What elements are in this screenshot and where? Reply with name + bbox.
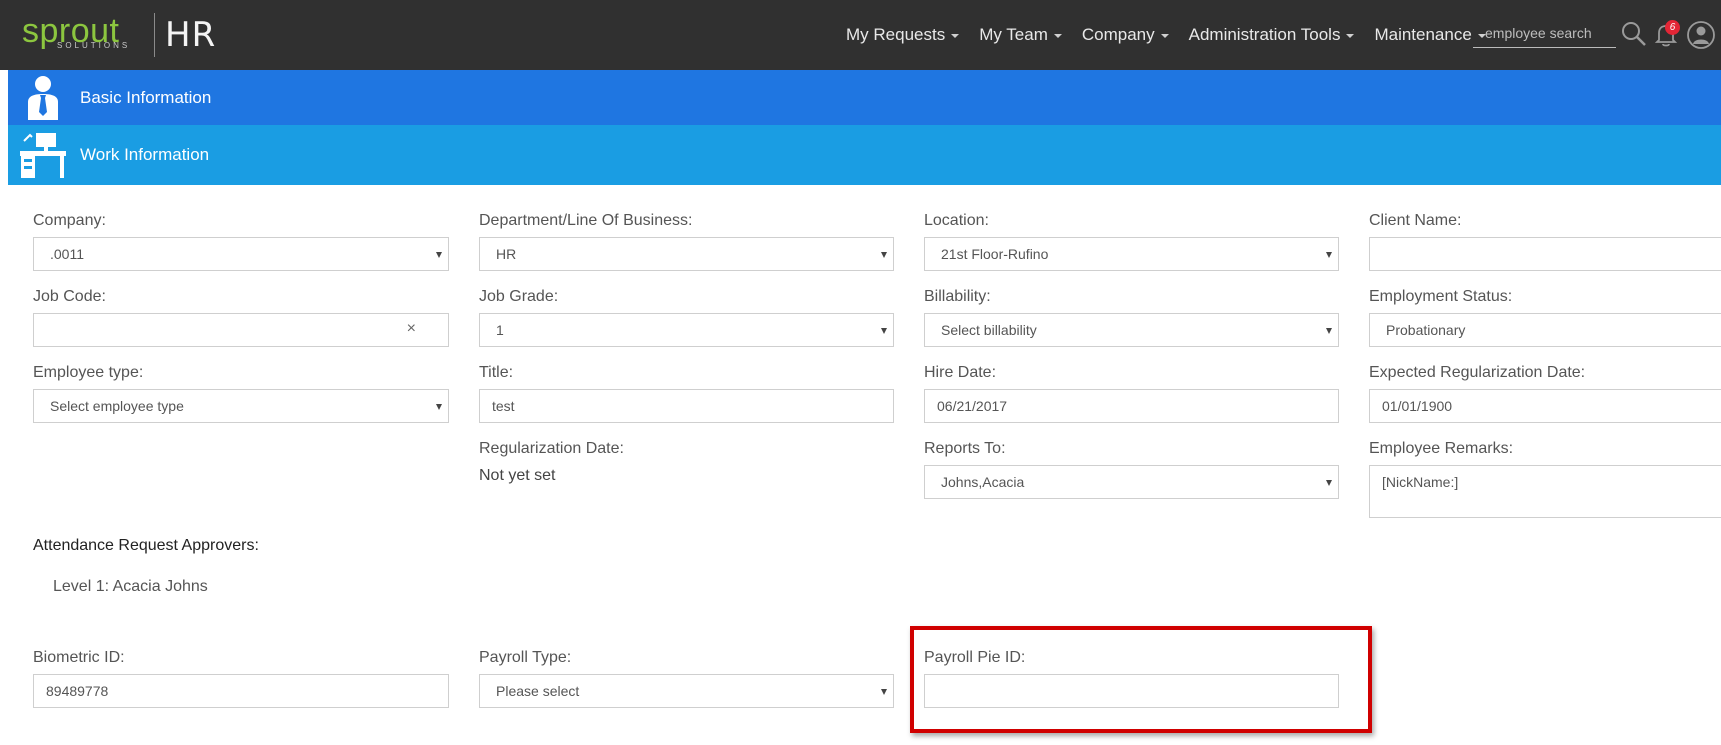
- employee-type-value: Select employee type: [50, 398, 184, 414]
- clear-icon[interactable]: ×: [407, 320, 416, 338]
- payroll-type-value: Please select: [496, 683, 580, 699]
- section-title: Basic Information: [80, 87, 212, 107]
- nav-label: Maintenance: [1374, 25, 1472, 44]
- nav-my-team[interactable]: My Team: [979, 25, 1062, 45]
- regularization-date-value: Not yet set: [479, 467, 556, 484]
- nav-label: My Requests: [846, 25, 946, 44]
- basic-information-header[interactable]: Basic Information: [8, 70, 1721, 125]
- top-navbar: sprout SOLUTIONS HR My Requests My Team …: [0, 0, 1721, 70]
- company-select[interactable]: .0011: [33, 237, 449, 271]
- chevron-down-icon: [1326, 480, 1332, 486]
- notification-count-badge: 6: [1665, 20, 1680, 35]
- section-title: Work Information: [80, 145, 210, 164]
- chevron-down-icon: [436, 252, 442, 258]
- title-value: test: [492, 398, 515, 414]
- title-label: Title:: [479, 364, 514, 381]
- work-information-header[interactable]: Work Information: [8, 125, 1721, 185]
- nav-company[interactable]: Company: [1082, 25, 1169, 45]
- reports-to-select[interactable]: Johns,Acacia: [924, 465, 1339, 499]
- employee-type-label: Employee type:: [33, 364, 144, 381]
- department-select[interactable]: HR: [479, 237, 894, 271]
- user-avatar-icon[interactable]: [1686, 20, 1716, 50]
- billability-select[interactable]: Select billability: [924, 313, 1339, 347]
- biometric-id-value: 89489778: [46, 683, 109, 699]
- company-value: .0011: [50, 246, 84, 262]
- caret-down-icon: [1160, 34, 1169, 38]
- billability-label: Billability:: [924, 288, 991, 305]
- payroll-type-select[interactable]: Please select: [479, 674, 894, 708]
- app-logo[interactable]: sprout SOLUTIONS HR: [22, 10, 216, 60]
- client-name-label: Client Name:: [1369, 212, 1462, 229]
- payroll-type-label: Payroll Type:: [479, 649, 572, 666]
- highlight-box: [910, 626, 1372, 733]
- department-value: HR: [496, 246, 517, 262]
- chevron-down-icon: [881, 252, 887, 258]
- employee-remarks-label: Employee Remarks:: [1369, 440, 1514, 457]
- nav-administration-tools[interactable]: Administration Tools: [1189, 25, 1355, 45]
- expected-regularization-value: 01/01/1900: [1382, 398, 1453, 414]
- title-input[interactable]: test: [479, 389, 894, 423]
- caret-down-icon: [1053, 34, 1062, 38]
- hire-date-input[interactable]: 06/21/2017: [924, 389, 1339, 423]
- nav-my-requests[interactable]: My Requests: [846, 25, 960, 45]
- chevron-down-icon: [436, 404, 442, 410]
- location-label: Location:: [924, 212, 989, 229]
- expected-regularization-input[interactable]: 01/01/1900: [1369, 389, 1721, 423]
- main-nav: My Requests My Team Company Administrati…: [846, 0, 1506, 70]
- job-grade-value: 1: [496, 322, 504, 338]
- expected-regularization-label: Expected Regularization Date:: [1369, 364, 1586, 381]
- employee-search-input[interactable]: [1473, 18, 1616, 47]
- job-code-label: Job Code:: [33, 288, 106, 305]
- biometric-id-input[interactable]: 89489778: [33, 674, 449, 708]
- job-code-select[interactable]: ×: [33, 313, 449, 347]
- reports-to-value: Johns,Acacia: [941, 474, 1025, 490]
- job-grade-label: Job Grade:: [479, 288, 559, 305]
- logo-subtitle: SOLUTIONS: [57, 41, 131, 50]
- employment-status-value: Probationary: [1386, 322, 1466, 338]
- chevron-down-icon: [1326, 328, 1332, 334]
- company-label: Company:: [33, 212, 106, 229]
- employee-remarks-value: [NickName:]: [1382, 474, 1459, 490]
- location-select[interactable]: 21st Floor-Rufino: [924, 237, 1339, 271]
- employment-status-select[interactable]: Probationary: [1369, 313, 1721, 347]
- person-icon: [28, 75, 58, 120]
- hire-date-label: Hire Date:: [924, 364, 997, 381]
- nav-label: Company: [1081, 25, 1155, 44]
- nav-label: Administration Tools: [1188, 25, 1341, 44]
- nav-maintenance[interactable]: Maintenance: [1374, 25, 1486, 45]
- employee-search: [1473, 18, 1616, 48]
- hire-date-value: 06/21/2017: [937, 398, 1008, 414]
- chevron-down-icon: [1326, 252, 1332, 258]
- approver-level-1: Level 1: Acacia Johns: [53, 578, 208, 595]
- sprout-logo: sprout SOLUTIONS: [22, 10, 134, 60]
- caret-down-icon: [951, 34, 960, 38]
- chevron-down-icon: [881, 328, 887, 334]
- employee-type-select[interactable]: Select employee type: [33, 389, 449, 423]
- job-grade-select[interactable]: 1: [479, 313, 894, 347]
- employee-remarks-textarea[interactable]: [NickName:]: [1369, 465, 1721, 518]
- approvers-heading: Attendance Request Approvers:: [33, 537, 259, 554]
- nav-label: My Team: [979, 25, 1048, 44]
- chevron-down-icon: [881, 689, 887, 695]
- caret-down-icon: [1346, 34, 1355, 38]
- regularization-date-label: Regularization Date:: [479, 440, 624, 457]
- department-label: Department/Line Of Business:: [479, 212, 693, 229]
- product-name: HR: [165, 15, 217, 55]
- logo-divider: [154, 13, 155, 57]
- reports-to-label: Reports To:: [924, 440, 1006, 457]
- employment-status-label: Employment Status:: [1369, 288, 1513, 305]
- search-icon[interactable]: [1620, 20, 1648, 48]
- client-name-input[interactable]: [1369, 237, 1721, 271]
- desk-icon: [20, 133, 66, 178]
- billability-value: Select billability: [941, 322, 1037, 338]
- biometric-id-label: Biometric ID:: [33, 649, 125, 666]
- location-value: 21st Floor-Rufino: [941, 246, 1049, 262]
